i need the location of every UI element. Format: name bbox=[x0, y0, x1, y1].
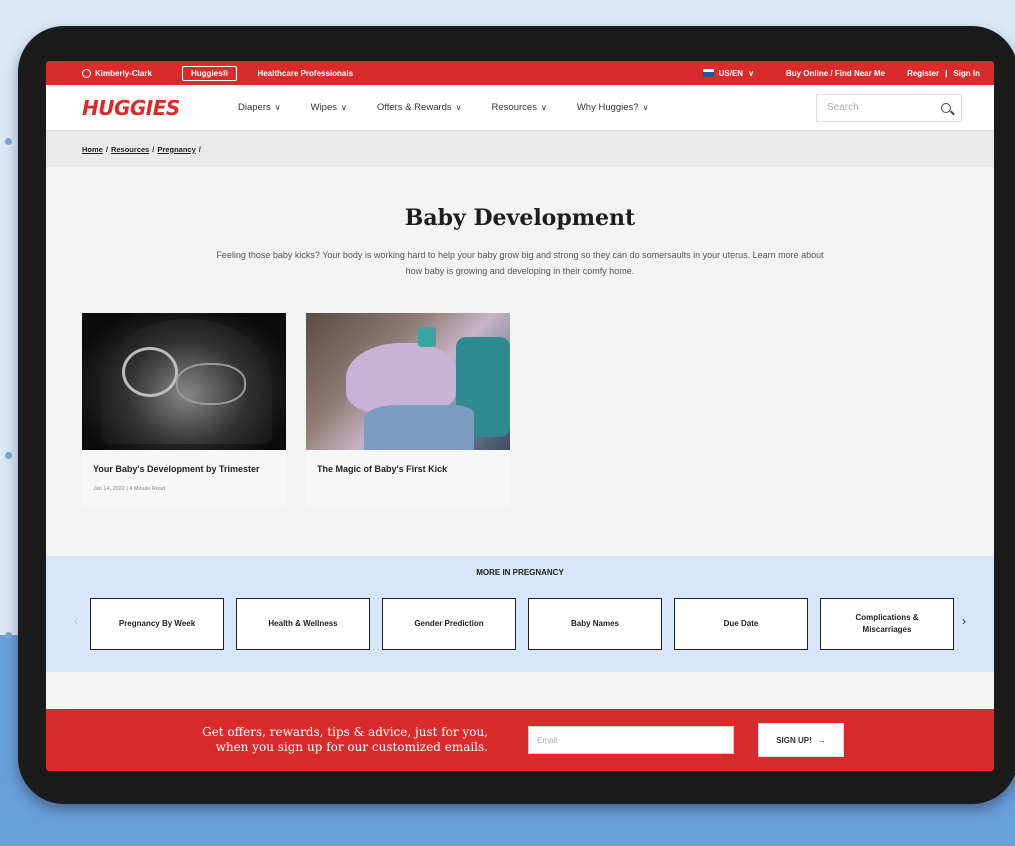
breadcrumb-pregnancy[interactable]: Pregnancy bbox=[157, 145, 195, 154]
signup-line-2: when you sign up for our customized emai… bbox=[215, 740, 488, 754]
nav-item-offers-rewards[interactable]: Offers & Rewards ∨ bbox=[377, 102, 462, 113]
email-signup-banner: Get offers, rewards, tips & advice, just… bbox=[46, 709, 994, 771]
chevron-down-icon: ∨ bbox=[274, 103, 281, 112]
article-title[interactable]: Your Baby's Development by Trimester bbox=[82, 450, 286, 474]
chevron-down-icon: ∨ bbox=[341, 103, 347, 112]
nav-label: Wipes bbox=[310, 102, 338, 113]
sign-up-label: SIGN UP! bbox=[776, 735, 812, 745]
arrow-right-icon: → bbox=[817, 735, 826, 745]
article-card-trimester[interactable]: Your Baby's Development by Trimester Jan… bbox=[82, 313, 286, 507]
email-field[interactable]: Email bbox=[528, 726, 734, 754]
chevron-down-icon: ∨ bbox=[455, 103, 462, 112]
sign-up-button[interactable]: SIGN UP! → bbox=[758, 723, 844, 757]
ultrasound-image bbox=[82, 313, 286, 450]
topic-tiles: Pregnancy By Week Health & Wellness Gend… bbox=[90, 598, 954, 650]
article-meta: Jan 14, 2022 | 4 Minute Read bbox=[93, 486, 166, 492]
page-description: Feeling those baby kicks? Your body is w… bbox=[216, 250, 824, 276]
breadcrumb-separator: / bbox=[198, 144, 201, 154]
breadcrumb-home[interactable]: Home bbox=[82, 145, 103, 154]
tile-gender-prediction[interactable]: Gender Prediction bbox=[382, 598, 516, 650]
chevron-down-icon: ∨ bbox=[642, 103, 649, 112]
kimberly-clark-logo-icon bbox=[82, 68, 91, 78]
buy-online-link[interactable]: Buy Online / Find Near Me bbox=[786, 69, 885, 78]
kimberly-clark-link[interactable]: Kimberly-Clark bbox=[82, 68, 182, 78]
breadcrumb-separator: / bbox=[105, 144, 108, 154]
huggies-brand-pill[interactable]: Huggies® bbox=[182, 65, 238, 81]
tile-baby-names[interactable]: Baby Names bbox=[528, 598, 662, 650]
healthcare-professionals-link[interactable]: Healthcare Professionals bbox=[257, 69, 353, 78]
locale-label: US/EN bbox=[718, 68, 744, 78]
pregnant-woman-image bbox=[306, 313, 510, 450]
register-link[interactable]: Register bbox=[907, 69, 939, 78]
chevron-down-icon: ∨ bbox=[540, 103, 547, 112]
article-card-first-kick[interactable]: The Magic of Baby's First Kick bbox=[306, 313, 510, 507]
search-icon[interactable] bbox=[941, 102, 951, 113]
nav-label: Offers & Rewards bbox=[376, 102, 452, 113]
nav-item-resources[interactable]: Resources ∨ bbox=[492, 102, 547, 113]
tablet-screen: Kimberly-Clark Huggies® Healthcare Profe… bbox=[46, 61, 994, 771]
decorative-dot bbox=[5, 632, 12, 639]
tile-complications-miscarriages[interactable]: Complications & Miscarriages bbox=[820, 598, 954, 650]
carousel-next-arrow-icon[interactable]: › bbox=[962, 614, 966, 628]
nav-item-wipes[interactable]: Wipes ∨ bbox=[311, 102, 347, 113]
breadcrumb-separator: / bbox=[152, 144, 155, 154]
nav-label: Why Huggies? bbox=[576, 102, 639, 113]
signup-line-1: Get offers, rewards, tips & advice, just… bbox=[202, 725, 488, 739]
locale-selector[interactable]: US/EN ∨ bbox=[702, 68, 754, 78]
article-cards: Your Baby's Development by Trimester Jan… bbox=[46, 313, 994, 507]
decorative-dot bbox=[5, 452, 12, 459]
carousel-prev-arrow-icon[interactable]: ‹ bbox=[74, 614, 78, 628]
nav-item-why-huggies[interactable]: Why Huggies? ∨ bbox=[577, 102, 649, 113]
chevron-down-icon: ∨ bbox=[748, 68, 754, 78]
main-navigation: HUGGIES Diapers ∨ Wipes ∨ Offers & Rewar… bbox=[46, 85, 994, 131]
more-in-pregnancy-section: MORE IN PREGNANCY ‹ Pregnancy By Week He… bbox=[46, 556, 994, 672]
tile-health-wellness[interactable]: Health & Wellness bbox=[236, 598, 370, 650]
huggies-logo[interactable]: HUGGIES bbox=[82, 96, 238, 120]
search-box[interactable]: Search bbox=[816, 93, 962, 122]
tile-pregnancy-by-week[interactable]: Pregnancy By Week bbox=[90, 598, 224, 650]
article-title[interactable]: The Magic of Baby's First Kick bbox=[306, 450, 510, 474]
nav-label: Diapers bbox=[238, 102, 271, 113]
tile-due-date[interactable]: Due Date bbox=[674, 598, 808, 650]
nav-label: Resources bbox=[491, 102, 537, 113]
nav-item-diapers[interactable]: Diapers ∨ bbox=[238, 102, 281, 113]
section-heading: MORE IN PREGNANCY bbox=[476, 568, 564, 577]
kimberly-clark-label: Kimberly-Clark bbox=[95, 68, 152, 78]
search-input[interactable]: Search bbox=[827, 102, 859, 113]
breadcrumb-resources[interactable]: Resources bbox=[111, 145, 149, 154]
flag-icon bbox=[702, 69, 714, 77]
signup-message: Get offers, rewards, tips & advice, just… bbox=[46, 725, 496, 755]
sign-in-link[interactable]: Sign In bbox=[953, 69, 980, 78]
decorative-dot bbox=[5, 138, 12, 145]
page-title: Baby Development bbox=[404, 205, 636, 231]
utility-separator: | bbox=[945, 68, 948, 78]
hero-section: Baby Development Feeling those baby kick… bbox=[46, 167, 994, 279]
utility-bar: Kimberly-Clark Huggies® Healthcare Profe… bbox=[46, 61, 994, 85]
breadcrumb: Home / Resources / Pregnancy / bbox=[46, 131, 994, 167]
